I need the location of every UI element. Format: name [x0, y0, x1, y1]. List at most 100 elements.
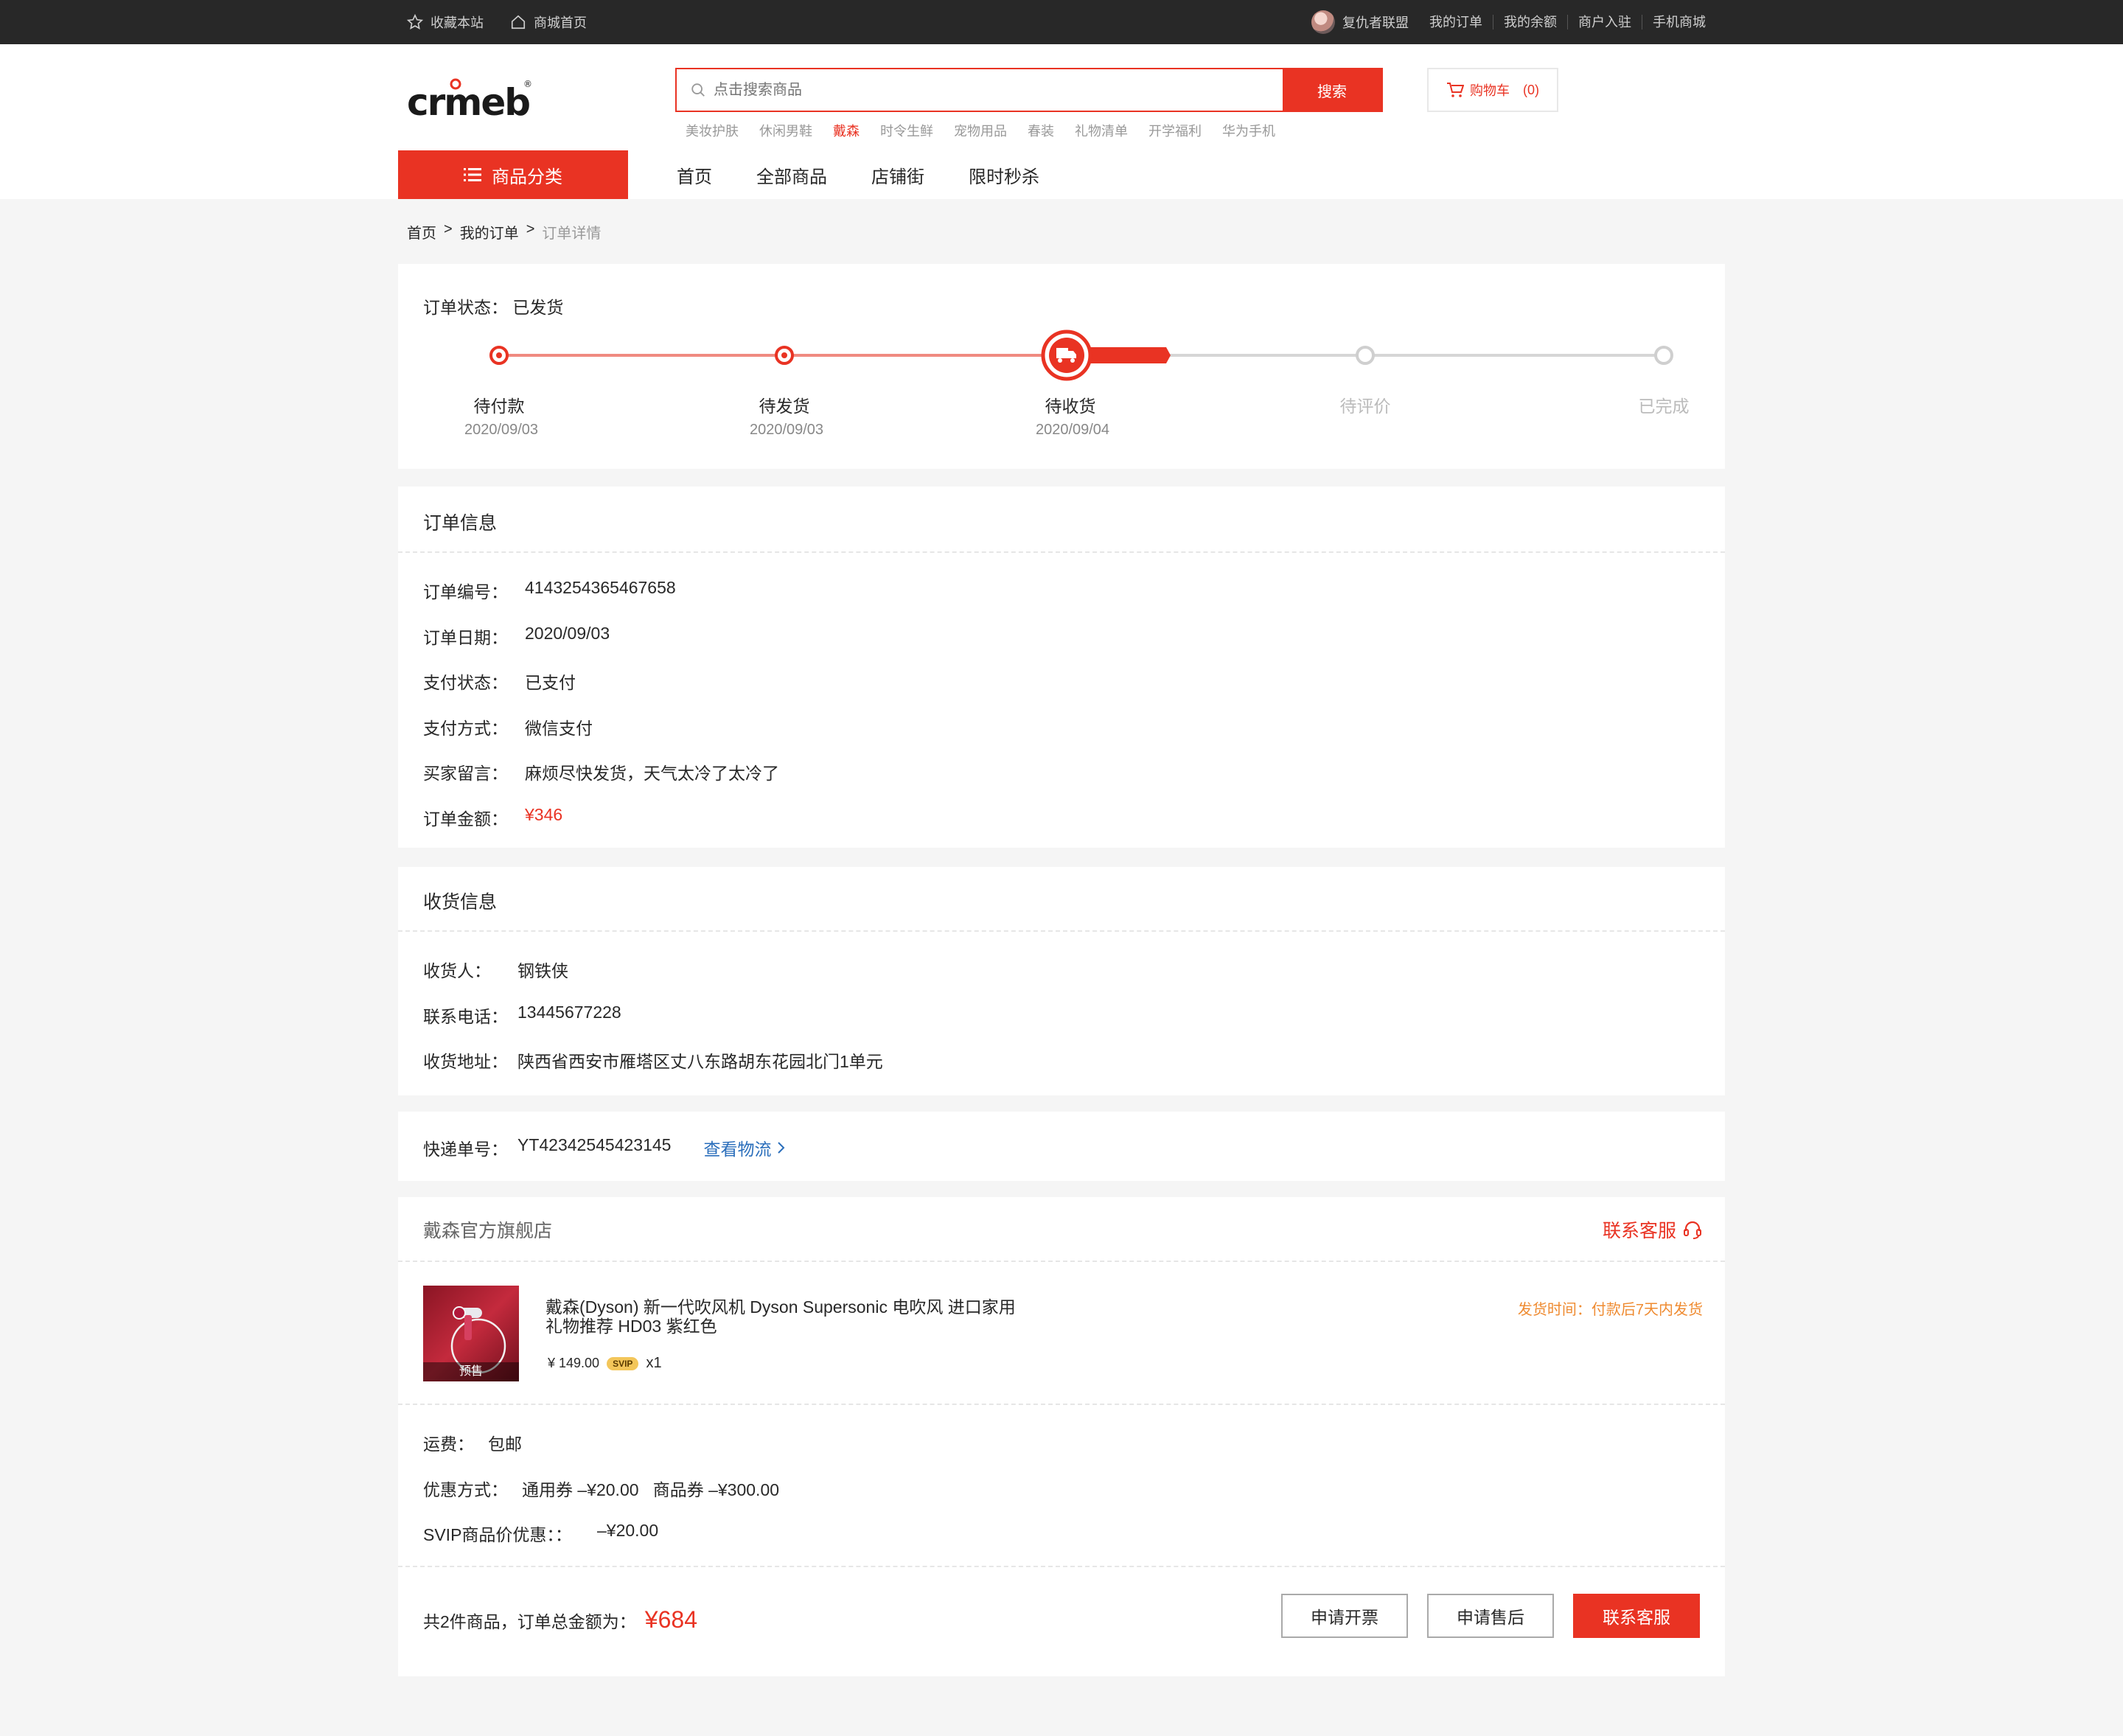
hot-word[interactable]: 春装 — [1028, 121, 1054, 140]
step-label-ship: 待发货 — [759, 397, 810, 416]
step-label-complete: 已完成 — [1638, 397, 1690, 416]
my-balance-link[interactable]: 我的余额 — [1493, 15, 1567, 29]
nav-home[interactable]: 首页 — [677, 162, 712, 188]
product-price-row: ¥ 149.00 SVIP x1 — [548, 1355, 662, 1372]
truck-icon — [1041, 330, 1092, 381]
hot-word[interactable]: 礼物清单 — [1075, 121, 1128, 140]
search-button[interactable]: 搜索 — [1283, 69, 1381, 111]
shipping-fee-label: 运费： — [423, 1435, 474, 1454]
order-date-row: 订单日期： 2020/09/03 — [423, 624, 610, 649]
nav-flash-sale[interactable]: 限时秒杀 — [969, 162, 1039, 188]
pay-status-row: 支付状态： 已支付 — [423, 669, 576, 694]
order-info-card: 订单信息 订单编号： 4143254365467658 订单日期： 2020/0… — [398, 487, 1725, 848]
divider — [398, 1404, 1725, 1405]
search-field-wrap — [677, 69, 1283, 111]
hot-word[interactable]: 时令生鲜 — [880, 121, 933, 140]
product-image[interactable]: 预售 — [423, 1286, 519, 1381]
apply-aftersale-button[interactable]: 申请售后 — [1427, 1594, 1554, 1638]
presale-badge: 预售 — [423, 1362, 519, 1381]
avatar — [1311, 10, 1335, 34]
svip-discount-row: SVIP商品价优惠：： –¥20.00 — [423, 1521, 658, 1546]
crmeb-logo[interactable]: crmeb ® — [407, 74, 532, 125]
pay-status-label: 支付状态： — [423, 673, 508, 692]
store-name[interactable]: 戴森官方旗舰店 — [423, 1216, 552, 1243]
category-button[interactable]: 商品分类 — [398, 150, 628, 199]
receiver-address-value: 陕西省西安市雁塔区丈八东路胡东花园北门1单元 — [517, 1052, 883, 1071]
product-title[interactable]: 戴森(Dyson) 新一代吹风机 Dyson Supersonic 电吹风 进口… — [545, 1297, 1017, 1336]
product-price: ¥ 149.00 — [548, 1356, 600, 1370]
cart-button[interactable]: 购物车 (0) — [1427, 68, 1558, 112]
header: crmeb ® 搜索 购物车 (0) 美妆护肤 休闲男鞋 戴森 时令生鲜 宠物用… — [0, 44, 2123, 199]
chevron-right-icon — [778, 1142, 785, 1154]
breadcrumb: 首页 > 我的订单 > 订单详情 — [407, 221, 601, 243]
pay-method-label: 支付方式： — [423, 719, 508, 738]
receiver-phone-value: 13445677228 — [517, 1003, 621, 1022]
express-label: 快递单号： — [423, 1140, 508, 1159]
pay-method-value: 微信支付 — [525, 719, 593, 738]
hot-word[interactable]: 华为手机 — [1222, 121, 1275, 140]
store-goods-card: 戴森官方旗舰店 联系客服 预售 戴森(Dyson) 新一代吹风机 Dyson S… — [398, 1197, 1725, 1676]
breadcrumb-separator: > — [526, 221, 535, 237]
merchant-join-link[interactable]: 商户入驻 — [1567, 15, 1642, 29]
divider — [398, 1566, 1725, 1567]
order-total: 共2件商品，订单总金额为： ¥684 — [423, 1606, 697, 1634]
contact-service-button[interactable]: 联系客服 — [1573, 1594, 1700, 1638]
favorite-link[interactable]: 收藏本站 — [407, 13, 484, 32]
step-date-receive: 2020/09/04 — [1035, 422, 1110, 438]
receiver-info-title: 收货信息 — [423, 892, 498, 913]
svg-text:crmeb: crmeb — [407, 81, 529, 124]
receiver-phone-label: 联系电话： — [423, 1007, 508, 1026]
my-orders-link[interactable]: 我的订单 — [1419, 15, 1493, 29]
step-label-receive: 待收货 — [1045, 397, 1096, 416]
hot-word[interactable]: 美妆护肤 — [686, 121, 739, 140]
store-contact-label: 联系客服 — [1602, 1221, 1676, 1241]
main-nav: 首页 全部商品 店铺街 限时秒杀 — [677, 150, 1039, 199]
hot-word-active[interactable]: 戴森 — [833, 121, 860, 140]
receiver-phone-row: 联系电话： 13445677228 — [423, 1003, 621, 1028]
nav-store-street[interactable]: 店铺街 — [871, 162, 924, 188]
view-logistics-link[interactable]: 查看物流 — [703, 1135, 786, 1160]
order-total-label: 共2件商品，订单总金额为： — [423, 1612, 636, 1631]
step-dot-review — [1356, 346, 1375, 365]
cart-icon — [1447, 83, 1464, 97]
home-icon — [511, 15, 526, 29]
hot-word[interactable]: 开学福利 — [1148, 121, 1202, 140]
divider — [398, 1261, 1725, 1262]
mall-home-link[interactable]: 商城首页 — [510, 13, 587, 32]
order-number-row: 订单编号： 4143254365467658 — [423, 578, 676, 603]
cart-label: 购物车 — [1470, 83, 1510, 98]
svip-badge: SVIP — [607, 1356, 639, 1370]
headset-icon — [1684, 1221, 1701, 1239]
apply-invoice-button[interactable]: 申请开票 — [1281, 1594, 1408, 1638]
hot-word[interactable]: 休闲男鞋 — [759, 121, 812, 140]
receiver-address-label: 收货地址： — [423, 1052, 508, 1071]
buyer-message-row: 买家留言： 麻烦尽快发货，天气太冷了太冷了 — [423, 759, 779, 784]
express-row: 快递单号： YT42342545423145 查看物流 — [423, 1135, 786, 1160]
pay-status-value: 已支付 — [525, 673, 576, 692]
top-bar: 收藏本站 商城首页 复仇者联盟 我的订单 我的余额 商户入驻 手机商城 — [0, 0, 2123, 44]
order-date-value: 2020/09/03 — [525, 624, 610, 643]
order-date-label: 订单日期： — [423, 628, 508, 647]
store-contact-link[interactable]: 联系客服 — [1603, 1216, 1703, 1243]
receiver-address-row: 收货地址： 陕西省西安市雁塔区丈八东路胡东花园北门1单元 — [423, 1047, 883, 1073]
buyer-message-value: 麻烦尽快发货，天气太冷了太冷了 — [525, 764, 779, 783]
receiver-name-row: 收货人： 钢铁侠 — [423, 957, 568, 982]
discount-row: 优惠方式： 通用券 –¥20.00 商品券 –¥300.00 — [423, 1476, 779, 1501]
express-card: 快递单号： YT42342545423145 查看物流 — [398, 1112, 1725, 1181]
hot-search-words: 美妆护肤 休闲男鞋 戴森 时令生鲜 宠物用品 春装 礼物清单 开学福利 华为手机 — [686, 121, 1296, 140]
step-dot-pay — [489, 346, 509, 365]
nav-all-products[interactable]: 全部商品 — [756, 162, 827, 188]
search-input[interactable] — [714, 81, 1230, 99]
svip-discount-value: –¥20.00 — [597, 1521, 659, 1540]
user-menu[interactable]: 复仇者联盟 — [1311, 10, 1419, 34]
product-quantity: x1 — [646, 1355, 662, 1371]
svg-text:®: ® — [523, 79, 532, 89]
hot-word[interactable]: 宠物用品 — [954, 121, 1007, 140]
breadcrumb-orders[interactable]: 我的订单 — [460, 221, 519, 243]
cart-count: (0) — [1523, 82, 1539, 97]
breadcrumb-home[interactable]: 首页 — [407, 221, 436, 243]
search-icon — [691, 83, 705, 97]
category-label: 商品分类 — [492, 167, 562, 187]
favorite-label: 收藏本站 — [430, 15, 484, 30]
mobile-mall-link[interactable]: 手机商城 — [1642, 15, 1716, 29]
